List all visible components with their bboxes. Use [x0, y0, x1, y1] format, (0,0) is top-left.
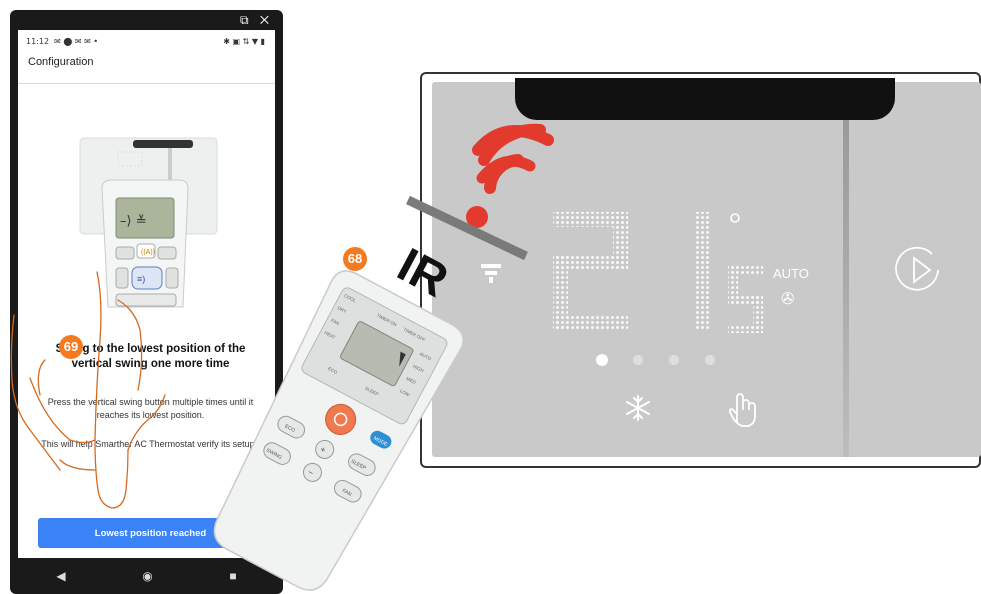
remote-control: COOL DRY FAN HEAT TIMER ON TIMER OFF AUT… [213, 270, 464, 591]
page-dot [669, 355, 679, 365]
temperature-decimal-digit [728, 265, 763, 333]
manual-hand-icon [728, 393, 756, 427]
snowflake-icon [626, 395, 650, 421]
page-dot-active [596, 354, 608, 366]
page-dot [633, 355, 643, 365]
ir-receiver-icon [481, 264, 501, 283]
temperature-digit-2 [553, 212, 628, 330]
degree-icon [730, 213, 740, 223]
temperature-digit-1 [695, 212, 710, 330]
page-dot [705, 355, 715, 365]
thermostat-graphics: ✇ IR COOL DRY FAN HEAT TIMER ON TIMER OF… [213, 123, 939, 591]
play-circle-icon [895, 246, 939, 291]
page-indicator [596, 354, 715, 366]
fan-icon: ✇ [781, 289, 794, 308]
